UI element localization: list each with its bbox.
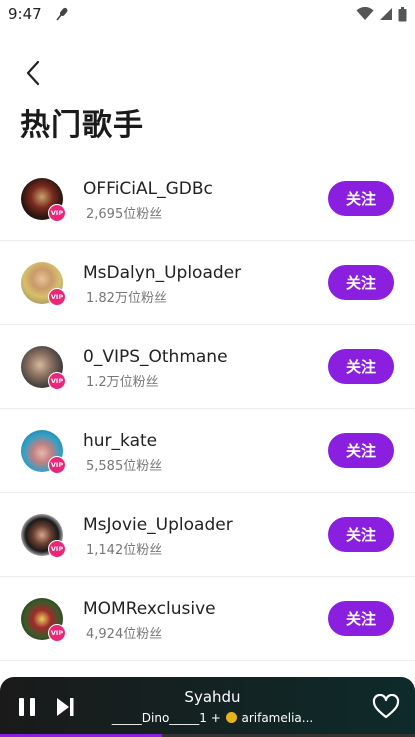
follower-count: 4,924位粉丝 [86, 627, 163, 642]
follow-button[interactable]: 关注 [328, 601, 394, 636]
list-item[interactable]: VIP MOMRexclusive 4,924位粉丝 关注 [0, 577, 415, 661]
heart-icon[interactable] [372, 694, 400, 720]
page-title: 热门歌手 [20, 108, 144, 143]
avatar[interactable]: VIP [21, 178, 66, 222]
vip-badge: VIP [48, 372, 66, 390]
list-item[interactable]: VIP OFFiCiAL_GDBc 2,695位粉丝 关注 [0, 157, 415, 241]
avatar[interactable]: VIP [21, 514, 66, 558]
artist-name[interactable]: MsJovie_Uploader [83, 515, 233, 535]
follower-count: 1.82万位粉丝 [86, 291, 167, 306]
track-artists-suffix: arifamelia... [241, 711, 314, 725]
list-item[interactable]: VIP 0_VIPS_Othmane 1.2万位粉丝 关注 [0, 325, 415, 409]
vip-badge: VIP [48, 624, 66, 642]
microphone-icon [56, 7, 68, 21]
back-button[interactable] [16, 56, 50, 90]
avatar[interactable]: VIP [21, 262, 66, 306]
track-artists-prefix: _____Dino_____1 + [111, 711, 221, 725]
follower-count: 2,695位粉丝 [86, 207, 163, 222]
artist-name[interactable]: MOMRexclusive [83, 599, 216, 619]
track-title: Syahdu [184, 688, 241, 706]
wifi-icon [356, 7, 374, 20]
signal-icon [380, 8, 392, 20]
follow-button[interactable]: 关注 [328, 433, 394, 468]
vip-badge: VIP [48, 456, 66, 474]
follow-button[interactable]: 关注 [328, 517, 394, 552]
status-time: 9:47 [8, 5, 42, 23]
mini-player[interactable]: Syahdu _____Dino_____1 + arifamelia... [0, 677, 415, 737]
track-artists: _____Dino_____1 + arifamelia... [100, 711, 325, 725]
battery-icon [398, 6, 407, 21]
follower-count: 1,142位粉丝 [86, 543, 163, 558]
follower-count: 5,585位粉丝 [86, 459, 163, 474]
list-item[interactable]: VIP MsDalyn_Uploader 1.82万位粉丝 关注 [0, 241, 415, 325]
list-item[interactable]: VIP MsJovie_Uploader 1,142位粉丝 关注 [0, 493, 415, 577]
chevron-left-icon [26, 60, 40, 86]
follow-button[interactable]: 关注 [328, 265, 394, 300]
vip-badge: VIP [48, 288, 66, 306]
verified-icon [225, 712, 237, 723]
artist-name[interactable]: hur_kate [83, 431, 157, 451]
follow-button[interactable]: 关注 [328, 181, 394, 216]
status-bar: 9:47 [0, 0, 415, 28]
avatar[interactable]: VIP [21, 430, 66, 474]
vip-badge: VIP [48, 204, 66, 222]
follower-count: 1.2万位粉丝 [86, 375, 159, 390]
vip-badge: VIP [48, 540, 66, 558]
pause-icon[interactable] [16, 696, 38, 718]
avatar[interactable]: VIP [21, 346, 66, 390]
artist-name[interactable]: OFFiCiAL_GDBc [83, 179, 213, 199]
artist-name[interactable]: MsDalyn_Uploader [83, 263, 241, 283]
skip-next-icon[interactable] [54, 696, 76, 718]
list-item[interactable]: VIP hur_kate 5,585位粉丝 关注 [0, 409, 415, 493]
artist-name[interactable]: 0_VIPS_Othmane [83, 347, 228, 367]
artist-list: VIP OFFiCiAL_GDBc 2,695位粉丝 关注 VIP MsDaly… [0, 157, 415, 661]
follow-button[interactable]: 关注 [328, 349, 394, 384]
avatar[interactable]: VIP [21, 598, 66, 642]
